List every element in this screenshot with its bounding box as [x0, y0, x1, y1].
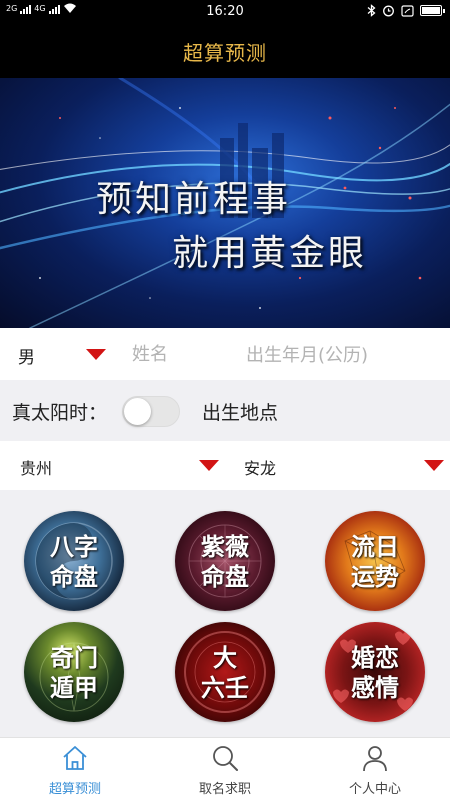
feature-da-liuren[interactable]: 大 六壬 [175, 622, 275, 722]
gender-select[interactable]: 男 [18, 343, 35, 368]
tab-label: 个人中心 [348, 782, 401, 797]
toggle-knob [124, 398, 151, 425]
gender-dropdown-arrow-icon[interactable] [86, 349, 106, 360]
chart-wheel-icon [188, 524, 262, 598]
tab-profile[interactable]: 个人中心 [300, 738, 450, 800]
hearts-icon [333, 631, 413, 711]
feature-grid: 八字 命盘 紫薇 命盘 流日 运势 奇门 遁甲 大 六壬 婚恋 感情 [0, 491, 450, 737]
bluetooth-icon [367, 4, 376, 17]
status-bar: 2G 4G 16:20 [0, 0, 450, 24]
feature-marriage-love[interactable]: 婚恋 感情 [325, 622, 425, 722]
feature-ziwei-chart[interactable]: 紫薇 命盘 [175, 511, 275, 611]
feature-label-line2: 命盘 [50, 562, 98, 591]
feature-label-line2: 感情 [351, 673, 399, 702]
basic-info-row: 男 出生年月(公历) [0, 328, 450, 380]
promo-banner[interactable]: 预知前程事 就用黄金眼 [0, 78, 450, 328]
location-row: 贵州 安龙 [0, 441, 450, 490]
feature-daily-fortune[interactable]: 流日 运势 [325, 511, 425, 611]
person-icon [363, 746, 387, 772]
feature-label-line2: 遁甲 [50, 673, 98, 702]
birthplace-label: 出生地点 [202, 402, 279, 424]
city-dropdown-arrow-icon[interactable] [424, 460, 444, 471]
feature-label-line1: 奇门 [50, 643, 98, 672]
tab-prediction[interactable]: 超算预测 [0, 738, 150, 800]
page-title: 超算预测 [183, 40, 267, 65]
province-dropdown-arrow-icon[interactable] [199, 460, 219, 471]
banner-slogan-line1: 预知前程事 [96, 179, 292, 220]
city-select[interactable]: 安龙 [244, 455, 276, 479]
true-solar-time-toggle[interactable] [122, 396, 180, 427]
tab-naming-job[interactable]: 取名求职 [150, 738, 300, 800]
compass-icon [39, 642, 109, 712]
name-input[interactable] [132, 340, 232, 368]
feature-label-line1: 八字 [50, 532, 98, 561]
feature-label-line2: 命盘 [201, 562, 249, 591]
status-right [367, 4, 445, 17]
star-map-icon [344, 530, 406, 587]
ring-icon [184, 631, 266, 713]
alarm-icon [383, 5, 394, 17]
tab-label: 超算预测 [48, 782, 101, 797]
feature-bazi-chart[interactable]: 八字 命盘 [24, 511, 124, 611]
search-icon [213, 746, 238, 771]
province-select[interactable]: 贵州 [20, 455, 52, 479]
home-icon [63, 746, 87, 770]
feature-qimen-dunjia[interactable]: 奇门 遁甲 [24, 622, 124, 722]
feature-label-line1: 流日 [351, 532, 399, 561]
banner-slogan-line2: 就用黄金眼 [172, 233, 368, 274]
feature-label-line1: 大 [213, 643, 237, 672]
header: 超算预测 [0, 24, 450, 78]
true-solar-time-label: 真太阳时： [12, 402, 108, 424]
feature-label-line2: 六壬 [201, 673, 249, 702]
solar-time-row: 真太阳时： 出生地点 [0, 381, 450, 440]
feature-label-line1: 紫薇 [201, 532, 249, 561]
yin-yang-icon [35, 522, 113, 600]
tab-label: 取名求职 [198, 782, 251, 797]
app-screen: 2G 4G 16:20 超算预测 预知前程事 就用黄金眼 男 姓名 出生年月(公… [0, 0, 450, 800]
nfc-icon [401, 4, 414, 17]
feature-label-line1: 婚恋 [351, 643, 399, 672]
birth-date-field[interactable]: 出生年月(公历) [246, 341, 368, 367]
battery-icon [420, 5, 445, 16]
feature-label-line2: 运势 [351, 562, 399, 591]
bottom-tab-bar: 超算预测 取名求职 个人中心 [0, 737, 450, 800]
